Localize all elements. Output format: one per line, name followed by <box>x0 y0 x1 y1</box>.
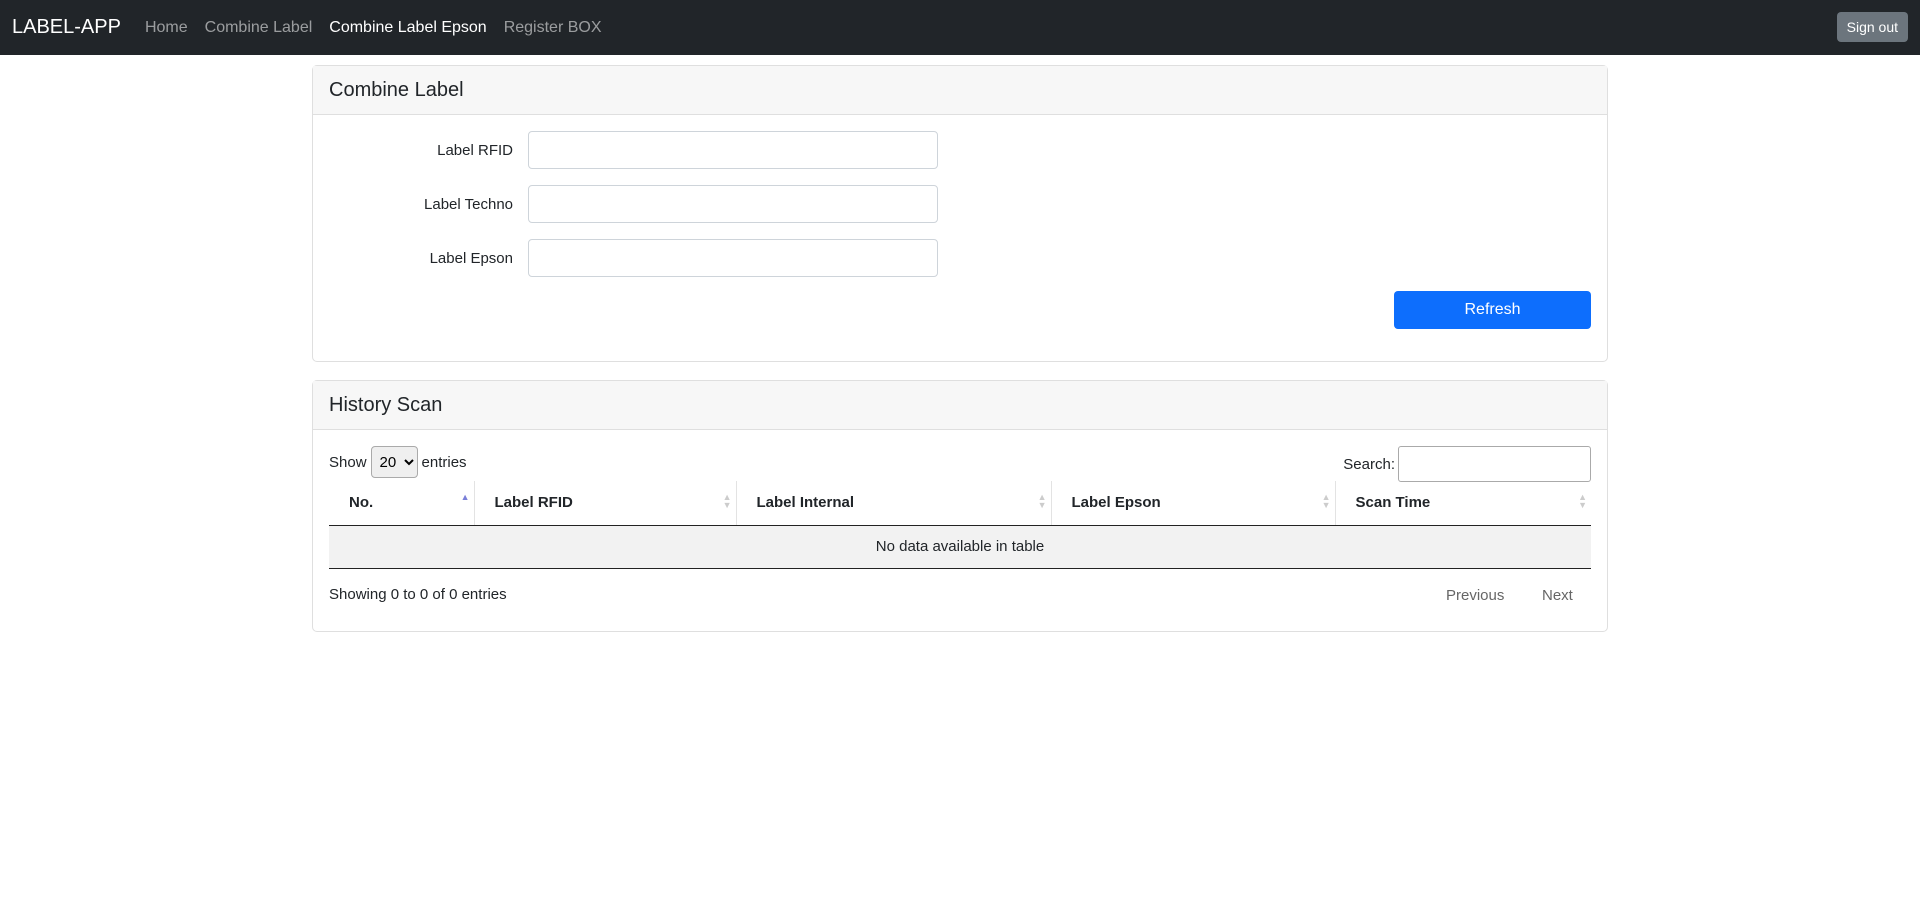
sort-icon: ▲ ▼ <box>1578 492 1587 510</box>
label-rfid-input[interactable] <box>528 131 938 169</box>
label-techno-label: Label Techno <box>424 195 513 213</box>
sort-asc-icon: ▲ <box>460 492 470 502</box>
combine-label-card: Combine Label Label RFID Label Techno La… <box>312 65 1608 362</box>
history-table: No. ▲ Label RFID ▲ ▼ Label Internal ▲ ▼ Label… <box>329 481 1591 569</box>
search-input[interactable] <box>1398 446 1591 482</box>
previous-button[interactable]: Previous <box>1446 587 1504 604</box>
sort-icon: ▲ ▼ <box>1037 492 1047 510</box>
sort-icon: ▲ ▼ <box>1321 492 1331 510</box>
col-label-internal[interactable]: Label Internal ▲ ▼ <box>736 481 1052 526</box>
label-rfid-label: Label RFID <box>437 141 513 159</box>
nav-home[interactable]: Home <box>145 19 188 37</box>
label-epson-label: Label Epson <box>429 249 513 267</box>
nav-combine-label[interactable]: Combine Label <box>205 19 313 37</box>
empty-row: No data available in table <box>329 525 1591 569</box>
sign-out-button[interactable]: Sign out <box>1836 12 1908 42</box>
col-scan-time[interactable]: Scan Time ▲ ▼ <box>1335 481 1591 526</box>
entries-label: entries <box>421 453 467 471</box>
nav-combine-label-epson[interactable]: Combine Label Epson <box>329 19 486 37</box>
sort-icon: ▲ ▼ <box>722 492 732 510</box>
col-label-rfid[interactable]: Label RFID ▲ ▼ <box>474 481 737 526</box>
next-button[interactable]: Next <box>1542 587 1573 604</box>
table-info: Showing 0 to 0 of 0 entries <box>329 586 507 603</box>
card-title: History Scan <box>313 381 1607 430</box>
col-no[interactable]: No. ▲ <box>329 481 475 526</box>
nav-register-box[interactable]: Register BOX <box>504 19 602 37</box>
entries-select[interactable]: 20 <box>370 446 418 478</box>
show-label: Show <box>329 453 367 471</box>
navbar: LABEL-APP Home Combine Label Combine Lab… <box>0 0 1920 55</box>
label-techno-input[interactable] <box>528 185 938 223</box>
history-scan-card: History Scan Show 20 entries Search: No.… <box>312 380 1608 632</box>
label-epson-input[interactable] <box>528 239 938 277</box>
search-label: Search: <box>1343 455 1395 473</box>
col-label-epson[interactable]: Label Epson ▲ ▼ <box>1051 481 1336 526</box>
card-title: Combine Label <box>313 66 1607 115</box>
refresh-button[interactable]: Refresh <box>1394 291 1591 329</box>
brand[interactable]: LABEL-APP <box>12 16 121 39</box>
